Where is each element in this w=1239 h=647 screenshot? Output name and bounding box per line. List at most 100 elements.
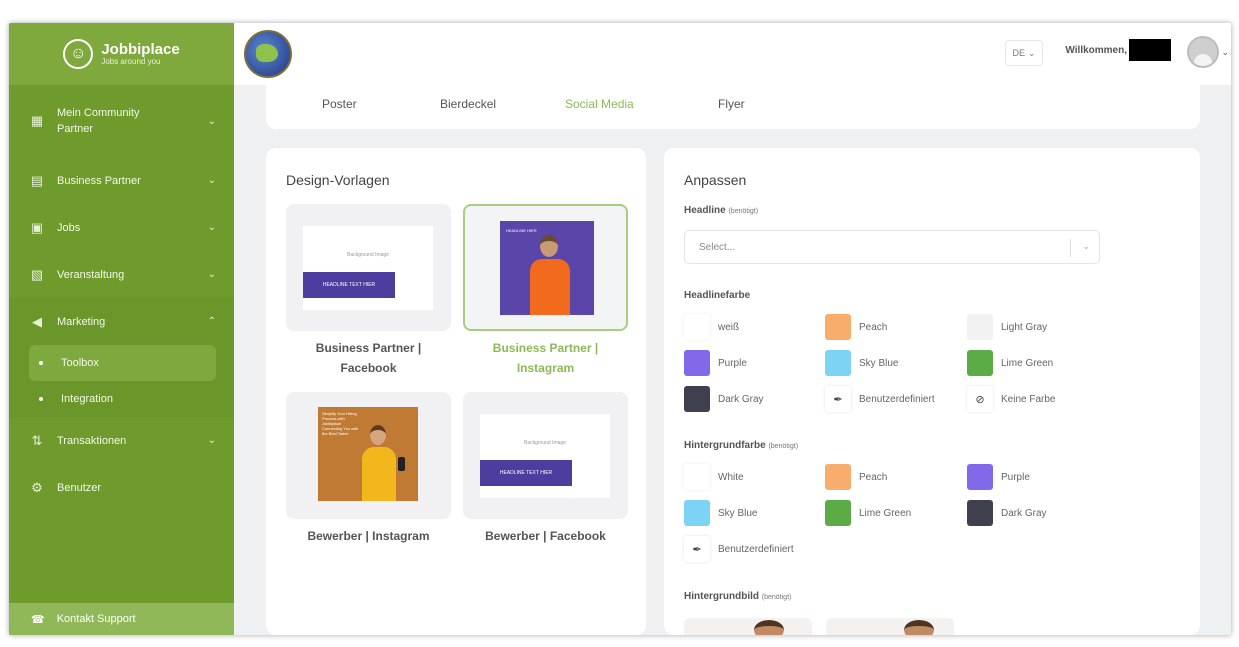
tab-poster[interactable]: Poster [322, 97, 357, 111]
template-title: Business Partner | Facebook [315, 341, 422, 375]
template-card-bewerber-facebook[interactable]: Background Image HEADLINE TEXT HIER [463, 392, 628, 519]
chevron-down-icon[interactable]: ⌄ [1221, 47, 1229, 58]
color-label: Lime Green [1001, 357, 1054, 369]
preview-bg-text: Background Image [524, 440, 566, 446]
model-body [362, 447, 396, 501]
chevron-down-icon: ⌄ [1027, 47, 1036, 58]
bg-color-custom[interactable]: ✒ Benutzerdefiniert [684, 536, 794, 562]
chevron-down-icon: ⌄ [207, 175, 216, 186]
sidebar-subitem-integration[interactable]: Integration [9, 381, 216, 417]
tab-bierdeckel[interactable]: Bierdeckel [440, 97, 496, 111]
headline-color-purple[interactable]: Purple [684, 350, 747, 376]
sidebar-subitem-label: Toolbox [61, 357, 99, 369]
brand[interactable]: ☺ Jobbiplace Jobs around you [9, 23, 234, 85]
sidebar-item-business-partner[interactable]: ▤ Business Partner ⌄ [9, 157, 234, 204]
sidebar-subitem-label: Integration [61, 393, 113, 405]
template-title: Bewerber | Instagram [307, 529, 430, 543]
model-image [540, 235, 558, 257]
background-color-label: Hintergrundfarbe (benötigt) [684, 440, 799, 451]
template-preview: Simplify Your Hiring Process with Jobbip… [318, 407, 418, 501]
color-swatch [825, 314, 851, 340]
headline-color-custom[interactable]: ✒ Benutzerdefiniert [825, 386, 935, 412]
color-swatch [684, 386, 710, 412]
model-image [370, 425, 386, 445]
globe-logo-icon [244, 30, 292, 78]
app-window: ☺ Jobbiplace Jobs around you ▦ Mein Comm… [9, 23, 1231, 635]
headline-color-sky-blue[interactable]: Sky Blue [825, 350, 898, 376]
panel-title: Anpassen [684, 172, 747, 188]
template-card-bewerber-instagram[interactable]: Simplify Your Hiring Process with Jobbip… [286, 392, 451, 519]
language-select[interactable]: DE ⌄ [1005, 40, 1043, 66]
bullet-icon [39, 397, 43, 401]
customize-panel: Anpassen Headline (benötigt) Select... ⌄… [664, 148, 1200, 635]
sidebar-item-marketing[interactable]: ◀ Marketing ⌃ [9, 298, 234, 345]
jobbiplace-logo-icon: ☺ [63, 39, 94, 69]
tab-social-media[interactable]: Social Media [565, 97, 634, 111]
headline-color-lime-green[interactable]: Lime Green [967, 350, 1053, 376]
sidebar-item-mein-community-partner[interactable]: ▦ Mein Community Partner ⌄ [9, 85, 234, 157]
color-label: Peach [859, 321, 888, 333]
template-preview: Background Image HEADLINE TEXT HIER [480, 414, 610, 498]
sidebar-item-transaktionen[interactable]: ⇅ Transaktionen ⌄ [9, 417, 234, 464]
sidebar-subitem-toolbox[interactable]: Toolbox [29, 345, 216, 381]
color-label: Keine Farbe [1001, 393, 1056, 405]
color-label: Dark Gray [1001, 507, 1047, 519]
sidebar-item-label: Transaktionen [57, 434, 127, 447]
headline-select[interactable]: Select... ⌄ [684, 230, 1100, 264]
bg-color-sky-blue[interactable]: Sky Blue [684, 500, 757, 526]
chevron-down-icon: ⌄ [207, 435, 216, 446]
preview-bg-text: Background Image [347, 252, 389, 258]
preview-headline: HEADLINE TEXT HIER [480, 460, 572, 486]
sidebar-item-label: Mein Community Partner [57, 107, 140, 135]
color-label: Benutzerdefiniert [859, 393, 935, 405]
avatar[interactable] [1187, 36, 1219, 68]
color-label: Sky Blue [859, 357, 899, 369]
color-swatch [684, 500, 710, 526]
headline-color-label: Headlinefarbe [684, 290, 751, 301]
panel-title: Design-Vorlagen [286, 172, 390, 188]
office-icon: ▤ [30, 172, 44, 188]
headline-color-peach[interactable]: Peach [825, 314, 887, 340]
preview-headline: Simplify Your Hiring Process with Jobbip… [322, 411, 359, 436]
template-card-business-facebook[interactable]: Background Image HEADLINE TEXT HIER [286, 204, 451, 331]
welcome-text: Willkommen, [1065, 45, 1127, 56]
template-title: Business Partner | Instagram [492, 341, 599, 375]
background-image-option[interactable] [826, 618, 954, 635]
bg-color-dark-gray[interactable]: Dark Gray [967, 500, 1047, 526]
sidebar-item-jobs[interactable]: ▣ Jobs ⌄ [9, 204, 234, 251]
background-image-option[interactable] [684, 618, 812, 635]
bg-color-white[interactable]: White [684, 464, 744, 490]
headline-color-light-gray[interactable]: Light Gray [967, 314, 1047, 340]
contact-support-button[interactable]: ☎ Kontakt Support [9, 603, 234, 635]
preview-headline: HEADLINE TEXT HIER [303, 272, 395, 298]
headline-color-white[interactable]: weiß [684, 314, 739, 340]
template-card-business-instagram[interactable]: HEADLINE HIER [463, 204, 628, 331]
format-tabs: Poster Bierdeckel Social Media Flyer [266, 78, 1200, 129]
headline-label: Headline (benötigt) [684, 205, 759, 216]
headline-color-none[interactable]: ⊘ Keine Farbe [967, 386, 1055, 412]
color-swatch [967, 500, 993, 526]
color-swatch [825, 500, 851, 526]
bg-color-peach[interactable]: Peach [825, 464, 887, 490]
redacted-username [1129, 39, 1171, 61]
sidebar-nav: ▦ Mein Community Partner ⌄ ▤ Business Pa… [9, 85, 234, 511]
support-icon: ☎ [31, 613, 45, 626]
color-label: Benutzerdefiniert [718, 543, 794, 555]
topbar: DE ⌄ Willkommen, ⌄ [234, 23, 1231, 85]
bg-color-purple[interactable]: Purple [967, 464, 1030, 490]
color-swatch [684, 464, 710, 490]
bg-color-lime-green[interactable]: Lime Green [825, 500, 911, 526]
briefcase-icon: ▣ [30, 219, 44, 235]
tab-flyer[interactable]: Flyer [718, 97, 745, 111]
headline-color-dark-gray[interactable]: Dark Gray [684, 386, 764, 412]
template-preview: Background Image HEADLINE TEXT HIER [303, 226, 433, 310]
eyedropper-icon: ✒ [684, 536, 710, 562]
color-label: Purple [1001, 471, 1030, 483]
chevron-up-icon: ⌃ [207, 316, 216, 327]
sidebar-item-benutzer[interactable]: ⚙ Benutzer [9, 464, 234, 511]
sidebar-item-veranstaltung[interactable]: ▧ Veranstaltung ⌄ [9, 251, 234, 298]
color-swatch [967, 464, 993, 490]
chevron-down-icon: ⌄ [207, 115, 216, 127]
sidebar: ☺ Jobbiplace Jobs around you ▦ Mein Comm… [9, 23, 234, 635]
eyedropper-icon: ✒ [825, 386, 851, 412]
